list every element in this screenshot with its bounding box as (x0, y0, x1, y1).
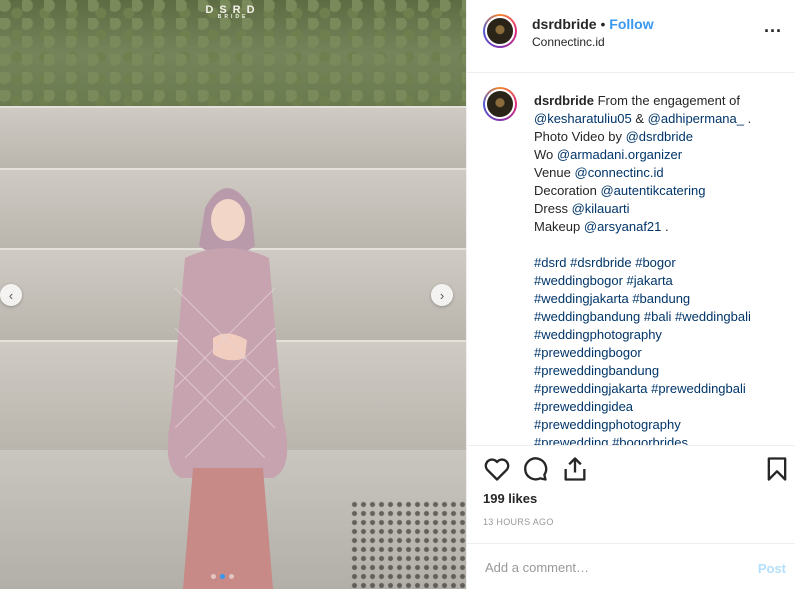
hashtag-link[interactable]: #preweddingjakarta (534, 381, 647, 396)
hashtag-link[interactable]: #dsrdbride (570, 255, 631, 270)
mention-link[interactable]: @kesharatuliu05 (534, 111, 632, 126)
hashtag-link[interactable]: #preweddingidea (534, 399, 633, 414)
caption-line: #weddingbogor #jakarta (534, 272, 784, 290)
likes-count[interactable]: 199 likes (483, 491, 537, 506)
carousel-prev-button[interactable]: ‹ (0, 284, 22, 306)
watermark-logo: DSRD BRIDE (0, 4, 466, 20)
caption-text-segment: From the engagement of (597, 93, 740, 108)
hashtag-link[interactable]: #weddingjakarta (534, 291, 629, 306)
hashtag-link[interactable]: #weddingbandung (534, 309, 640, 324)
hashtag-link[interactable]: #preweddingbali (651, 381, 746, 396)
hashtag-link[interactable]: #preweddingphotography (534, 417, 681, 432)
hashtag-link[interactable]: #prewedding (534, 435, 608, 445)
caption-line: Makeup @arsyanaf21 . (534, 218, 784, 236)
ellipsis-icon[interactable]: ... (764, 16, 782, 37)
comment-input[interactable] (483, 559, 727, 576)
caption-line: #preweddingidea (534, 398, 784, 416)
caption-text-segment: Photo Video by (534, 129, 626, 144)
mention-link[interactable]: @adhipermana_ (648, 111, 744, 126)
hashtag-link[interactable]: #preweddingbogor (534, 345, 642, 360)
caption-text-segment: . (661, 219, 669, 234)
chevron-left-icon: ‹ (8, 287, 14, 303)
caption-line: #preweddingjakarta #preweddingbali (534, 380, 784, 398)
chevron-right-icon: › (439, 287, 445, 303)
hashtag-link[interactable]: #jakarta (627, 273, 673, 288)
share-icon[interactable] (561, 455, 589, 483)
location-link[interactable]: Connectinc.id (532, 35, 605, 49)
carousel-next-button[interactable]: › (431, 284, 453, 306)
caption-line: #preweddingbandung (534, 362, 784, 380)
carousel-dots (211, 574, 234, 579)
caption-line: #weddingbandung #bali #weddingbali (534, 308, 784, 326)
caption-line: Dress @kilauarti (534, 200, 784, 218)
caption-text-segment: . (744, 111, 752, 126)
mention-link[interactable]: @armadani.organizer (557, 147, 682, 162)
caption-text-segment: & (631, 111, 648, 126)
add-comment-bar: Post (467, 543, 795, 590)
caption-text-segment: Makeup (534, 219, 584, 234)
caption-username[interactable]: dsrdbride (534, 93, 594, 108)
follow-button[interactable]: Follow (609, 16, 653, 32)
header-username[interactable]: dsrdbride (532, 16, 597, 32)
caption-text-segment: Dress (534, 201, 572, 216)
hashtag-link[interactable]: #preweddingbandung (534, 363, 659, 378)
caption-line: #dsrd #dsrdbride #bogor (534, 254, 784, 272)
mention-link[interactable]: @arsyanaf21 (584, 219, 662, 234)
caption-line: From the engagement of (598, 93, 740, 108)
avatar[interactable] (483, 14, 517, 48)
caption-line: Wo @armadani.organizer (534, 146, 784, 164)
carousel-dot (220, 574, 225, 579)
hashtag-link[interactable]: #bandung (632, 291, 690, 306)
caption-avatar[interactable] (483, 87, 517, 121)
mention-link[interactable]: @autentikcatering (600, 183, 705, 198)
caption-text-segment: Venue (534, 165, 575, 180)
hashtag-link[interactable]: #dsrd (534, 255, 567, 270)
action-bar (467, 447, 795, 493)
heart-icon[interactable] (483, 455, 511, 483)
post-header: dsrdbride • Follow Connectinc.id ... (467, 0, 795, 73)
hashtag-link[interactable]: #bali (644, 309, 671, 324)
header-user-line: dsrdbride • Follow (532, 16, 654, 32)
post-photo[interactable]: DSRD BRIDE ‹ › (0, 0, 466, 589)
hashtag-link[interactable]: #weddingbogor (534, 273, 623, 288)
hashtag-link[interactable]: #bogorbrides (612, 435, 688, 445)
caption-line: #prewedding #bogorbrides (534, 434, 784, 445)
caption-text: dsrdbride From the engagement of @keshara… (534, 92, 784, 445)
post-side-panel: dsrdbride • Follow Connectinc.id ... dsr… (466, 0, 795, 589)
mention-link[interactable]: @kilauarti (572, 201, 630, 216)
carousel-dot (229, 574, 234, 579)
concrete-step (0, 106, 466, 170)
caption-text-segment: Decoration (534, 183, 601, 198)
hashtag-link[interactable]: #weddingbali (675, 309, 751, 324)
bride-figure (167, 188, 288, 589)
watermark-sub: BRIDE (217, 14, 249, 20)
caption-line: #weddingjakarta #bandung (534, 290, 784, 308)
caption-line: #preweddingbogor (534, 344, 784, 362)
bookmark-icon[interactable] (763, 455, 791, 483)
mention-link[interactable]: @connectinc.id (575, 165, 664, 180)
comments-area[interactable]: dsrdbride From the engagement of @keshara… (467, 73, 795, 446)
carousel-dot (211, 574, 216, 579)
separator-dot: • (600, 16, 606, 32)
caption-text-segment: Wo (534, 147, 557, 162)
post-timestamp[interactable]: 13 HOURS AGO (483, 517, 554, 527)
caption-line: Decoration @autentikcatering (534, 182, 784, 200)
caption-line: Photo Video by @dsrdbride (534, 128, 784, 146)
caption-line: Venue @connectinc.id (534, 164, 784, 182)
mention-link[interactable]: @dsrdbride (626, 129, 693, 144)
caption-line: #preweddingphotography (534, 416, 784, 434)
hashtag-link[interactable]: #bogor (635, 255, 675, 270)
hashtag-link[interactable]: #weddingphotography (534, 327, 662, 342)
comment-icon[interactable] (521, 455, 549, 483)
caption-line: @kesharatuliu05 & @adhipermana_ . (534, 110, 784, 128)
caption-line: #weddingphotography (534, 326, 784, 344)
floor-grate (350, 500, 466, 589)
post-comment-button[interactable]: Post (758, 561, 786, 576)
